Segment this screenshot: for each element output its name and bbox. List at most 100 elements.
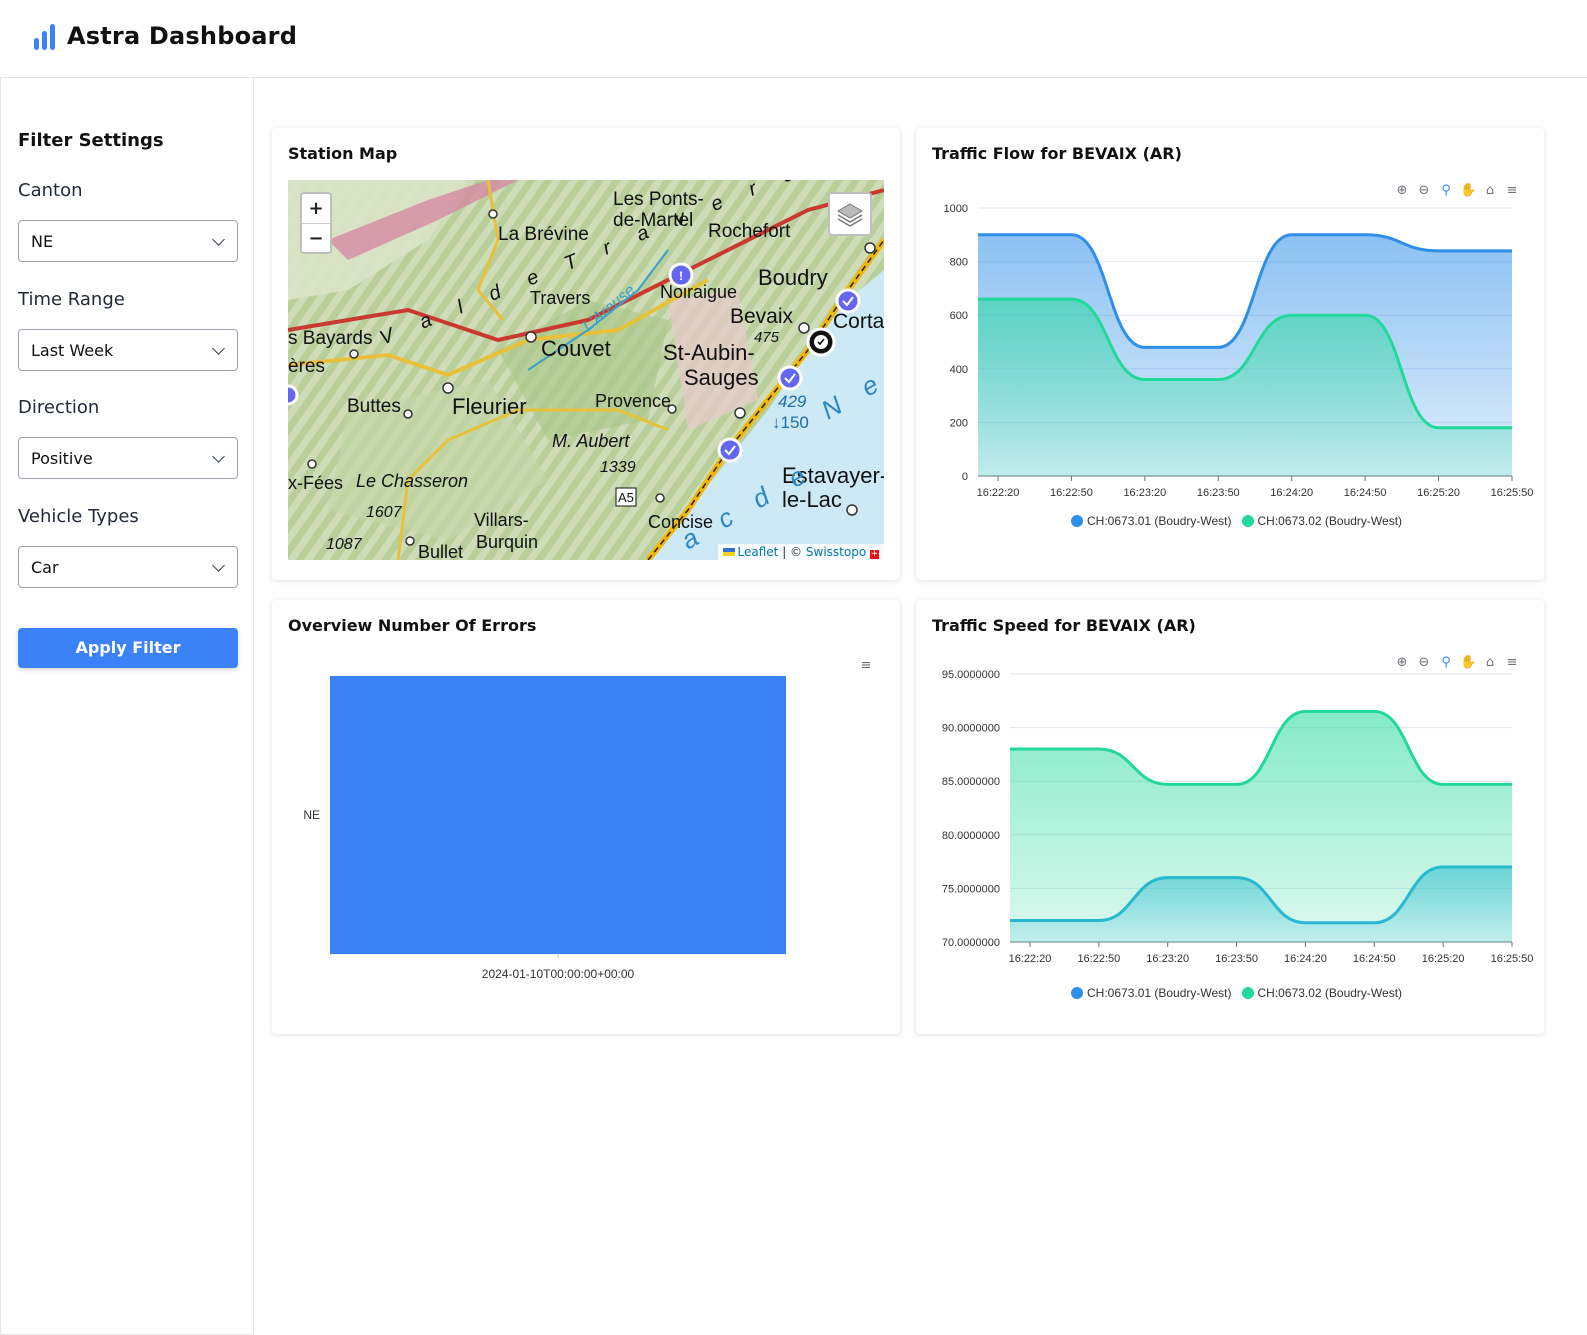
svg-text:Villars-: Villars- xyxy=(474,510,529,530)
svg-text:x-Fées: x-Fées xyxy=(288,473,343,493)
swisstopo-link[interactable]: Swisstopo xyxy=(806,545,866,559)
zoom-in-icon[interactable]: ⊕ xyxy=(1394,183,1410,199)
canton-label: Canton xyxy=(18,180,83,201)
traffic-flow-chart: 0 200 400 600 800 1000 16:22:20 16:22:50 16:23:2… xyxy=(944,203,1534,499)
station-marker[interactable] xyxy=(288,384,299,406)
svg-text:Burquin: Burquin xyxy=(476,532,538,552)
y-tick-label: 75.0000000 xyxy=(942,883,1000,895)
apply-filter-button[interactable]: Apply Filter xyxy=(18,628,238,668)
time-range-value: Last Week xyxy=(31,341,114,360)
x-tick-label: 16:22:50 xyxy=(1050,487,1093,499)
legend-item[interactable]: CH:0673.02 (Boudry-West) xyxy=(1241,514,1402,528)
layers-icon[interactable] xyxy=(828,192,872,236)
map-canvas[interactable]: Les Ponts- de-Martel La Brévine Rochefor… xyxy=(288,180,884,560)
pan-hand-icon[interactable]: ✋ xyxy=(1460,183,1476,199)
zoom-out-icon[interactable]: ⊖ xyxy=(1416,183,1432,199)
zoom-in-icon[interactable]: ⊕ xyxy=(1394,655,1410,671)
errors-chart: 2024-01-10T00:00:00+00:00 NE xyxy=(303,676,786,981)
vehicle-types-value: Car xyxy=(31,558,59,577)
svg-text:Fleurier: Fleurier xyxy=(452,394,527,419)
svg-text:↓150: ↓150 xyxy=(772,413,809,432)
traffic-speed-legend: CH:0673.01 (Boudry-West) CH:0673.02 (Bou… xyxy=(1071,986,1402,1000)
x-tick-label: 16:23:20 xyxy=(1146,953,1189,965)
traffic-speed-chart: 70.0000000 75.0000000 80.0000000 85.0000000… xyxy=(942,670,1534,965)
map-zoom-control: + − xyxy=(300,192,332,254)
y-tick-label: 800 xyxy=(950,257,968,269)
x-tick-label: 16:25:20 xyxy=(1417,487,1460,499)
direction-value: Positive xyxy=(31,449,93,468)
svg-text:Bullet: Bullet xyxy=(418,542,463,560)
svg-text:St-Aubin-: St-Aubin- xyxy=(663,340,755,365)
svg-text:Rochefort: Rochefort xyxy=(708,221,791,242)
station-marker[interactable] xyxy=(717,437,743,463)
legend-label: CH:0673.01 (Boudry-West) xyxy=(1087,986,1232,1000)
x-tick-label: 16:23:50 xyxy=(1215,953,1258,965)
y-tick-label: 600 xyxy=(950,310,968,322)
attribution-separator: | © xyxy=(782,545,803,559)
y-tick-label: 200 xyxy=(950,417,968,429)
legend-item[interactable]: CH:0673.01 (Boudry-West) xyxy=(1071,514,1232,528)
zoom-out-button[interactable]: − xyxy=(302,223,330,252)
series-label: NE xyxy=(303,808,320,822)
y-tick-label: 80.0000000 xyxy=(942,830,1000,842)
svg-text:1087: 1087 xyxy=(326,536,363,553)
svg-text:Noiraigue: Noiraigue xyxy=(660,282,737,302)
svg-text:Travers: Travers xyxy=(530,288,590,308)
app-title: Astra Dashboard xyxy=(67,22,298,50)
magnify-icon[interactable]: ⚲ xyxy=(1438,655,1454,671)
svg-text:Buttes: Buttes xyxy=(347,396,401,417)
traffic-flow-legend: CH:0673.01 (Boudry-West) CH:0673.02 (Bou… xyxy=(1071,514,1402,528)
errors-title: Overview Number Of Errors xyxy=(288,616,537,635)
svg-text:ères: ères xyxy=(288,356,325,377)
canton-value: NE xyxy=(31,232,54,251)
legend-item[interactable]: CH:0673.02 (Boudry-West) xyxy=(1241,986,1402,1000)
station-map[interactable]: Les Ponts- de-Martel La Brévine Rochefor… xyxy=(288,180,884,560)
x-tick-label: 16:23:20 xyxy=(1123,487,1166,499)
home-icon[interactable]: ⌂ xyxy=(1482,655,1498,671)
svg-text:Le Chasseron: Le Chasseron xyxy=(356,471,468,491)
x-tick-label: 16:24:50 xyxy=(1344,487,1387,499)
vehicle-types-select[interactable]: Car xyxy=(18,546,238,588)
x-tick-label: 16:24:50 xyxy=(1353,953,1396,965)
swiss-flag-icon: + xyxy=(870,549,879,559)
time-range-select[interactable]: Last Week xyxy=(18,329,238,371)
zoom-out-icon[interactable]: ⊖ xyxy=(1416,655,1432,671)
canton-select[interactable]: NE xyxy=(18,220,238,262)
y-tick-label: 1000 xyxy=(944,203,968,215)
y-tick-label: 0 xyxy=(962,471,968,483)
x-tick-label: 16:25:50 xyxy=(1491,487,1534,499)
station-marker[interactable] xyxy=(777,365,803,391)
zoom-in-button[interactable]: + xyxy=(302,194,330,223)
bar xyxy=(330,676,786,954)
series-area xyxy=(1010,711,1512,942)
leaflet-link[interactable]: Leaflet xyxy=(738,545,779,559)
traffic-speed-card: Traffic Speed for BEVAIX (AR) ⊕ ⊖ ⚲ ✋ ⌂ … xyxy=(916,600,1544,1034)
svg-text:Sauges: Sauges xyxy=(684,365,759,390)
station-marker[interactable] xyxy=(835,288,861,314)
chart-toolbox: ⊕ ⊖ ⚲ ✋ ⌂ ≡ xyxy=(1394,655,1520,671)
pan-hand-icon[interactable]: ✋ xyxy=(1460,655,1476,671)
traffic-speed-title: Traffic Speed for BEVAIX (AR) xyxy=(932,616,1196,635)
vehicle-types-label: Vehicle Types xyxy=(18,506,139,527)
y-tick-label: 90.0000000 xyxy=(942,723,1000,735)
magnify-icon[interactable]: ⚲ xyxy=(1438,183,1454,199)
home-icon[interactable]: ⌂ xyxy=(1482,183,1498,199)
legend-item[interactable]: CH:0673.01 (Boudry-West) xyxy=(1071,986,1232,1000)
svg-text:429: 429 xyxy=(778,392,807,411)
y-tick-label: 70.0000000 xyxy=(942,937,1000,949)
x-tick-label: 16:22:20 xyxy=(977,487,1020,499)
x-tick-label: 16:22:20 xyxy=(1009,953,1052,965)
y-tick-label: 95.0000000 xyxy=(942,670,1000,681)
svg-text:Provence: Provence xyxy=(595,391,671,411)
menu-icon[interactable]: ≡ xyxy=(1504,655,1520,671)
legend-dot xyxy=(1241,515,1254,527)
svg-text:!: ! xyxy=(679,269,683,283)
direction-select[interactable]: Positive xyxy=(18,437,238,479)
direction-label: Direction xyxy=(18,397,100,418)
legend-dot xyxy=(1071,515,1083,527)
map-attribution: Leaflet | © Swisstopo + xyxy=(717,544,884,560)
station-map-card: Station Map Les Ponts- de-Martel La Brév… xyxy=(272,128,900,580)
menu-icon[interactable]: ≡ xyxy=(1504,183,1520,199)
x-tick-label: 2024-01-10T00:00:00+00:00 xyxy=(482,967,635,981)
x-tick-label: 16:24:20 xyxy=(1284,953,1327,965)
